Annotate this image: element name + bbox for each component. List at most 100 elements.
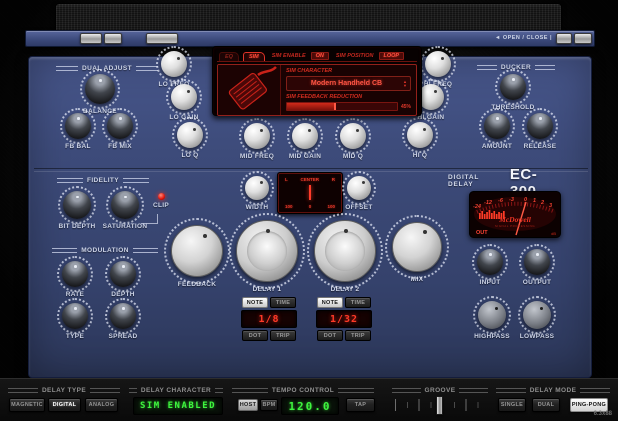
tap-button[interactable]: TAP bbox=[346, 398, 375, 412]
rate-knob[interactable] bbox=[62, 261, 88, 287]
latch-clip bbox=[574, 33, 592, 44]
delay-2-control: DELAY 2 bbox=[307, 213, 383, 293]
delay-2-time-button[interactable]: TIME bbox=[345, 297, 371, 308]
lo-q-knob[interactable] bbox=[177, 122, 203, 148]
hi-gain-label: HI GAIN bbox=[417, 114, 445, 121]
svg-text:3: 3 bbox=[549, 203, 552, 209]
release-label: RELEASE bbox=[523, 143, 557, 150]
modulation-header: MODULATION bbox=[52, 247, 159, 254]
type-knob[interactable] bbox=[62, 303, 88, 329]
brand-logo: McDowell bbox=[498, 215, 532, 224]
pan-min-value: 100 bbox=[285, 204, 293, 209]
width-control: WIDTH bbox=[233, 171, 281, 211]
header-line bbox=[132, 248, 159, 253]
spread-knob[interactable] bbox=[110, 303, 136, 329]
delay-1-dot-button[interactable]: DOT bbox=[242, 330, 268, 341]
delay-mode-ping-pong-button[interactable]: PING-PONG bbox=[570, 398, 608, 412]
hi-q-knob[interactable] bbox=[407, 122, 433, 148]
lo-gain-knob[interactable] bbox=[171, 84, 197, 110]
tempo-host-button[interactable]: HOST bbox=[238, 399, 258, 411]
clip-wire bbox=[141, 214, 158, 224]
saturation-knob[interactable] bbox=[111, 191, 139, 219]
tab-eq[interactable]: EQ bbox=[219, 52, 239, 61]
open-close-toggle[interactable]: ◄ OPEN / CLOSE | bbox=[495, 35, 552, 41]
delay-1-note-button[interactable]: NOTE bbox=[242, 297, 268, 308]
tab-sim[interactable]: SIM bbox=[242, 52, 265, 61]
latch-clip bbox=[146, 33, 178, 44]
svg-text:1: 1 bbox=[533, 198, 536, 204]
amount-knob[interactable] bbox=[484, 113, 510, 139]
delay-character-display: SIM ENABLED bbox=[133, 397, 223, 415]
delay-1-time-button[interactable]: TIME bbox=[270, 297, 296, 308]
bit-depth-knob[interactable] bbox=[63, 191, 91, 219]
delay-2-knob[interactable] bbox=[314, 220, 376, 282]
delay-1-trip-button[interactable]: TRIP bbox=[270, 330, 296, 341]
lowpass-knob[interactable] bbox=[523, 301, 551, 329]
clip-led bbox=[157, 193, 165, 200]
pan-center-label: CENTER bbox=[300, 177, 319, 182]
fb-bal-label: FB BAL bbox=[65, 143, 91, 150]
header-line bbox=[8, 388, 38, 393]
input-knob[interactable] bbox=[477, 249, 503, 275]
sim-enable-value[interactable]: ON bbox=[310, 52, 329, 60]
slider-fill bbox=[287, 103, 337, 110]
feedback-reduction-slider[interactable] bbox=[286, 102, 398, 111]
delay-2-trip-button[interactable]: TRIP bbox=[345, 330, 371, 341]
threshold-knob[interactable] bbox=[500, 74, 526, 100]
groove-slider-handle[interactable] bbox=[436, 396, 443, 415]
release-knob[interactable] bbox=[527, 113, 553, 139]
mid-freq-knob[interactable] bbox=[244, 123, 270, 149]
balance-knob[interactable] bbox=[85, 74, 115, 104]
lo-gain-control: LO GAIN bbox=[160, 79, 208, 121]
delay-2-note-button[interactable]: NOTE bbox=[317, 297, 343, 308]
mid-gain-knob[interactable] bbox=[292, 123, 318, 149]
select-arrows: ▲ ▼ bbox=[403, 79, 407, 88]
mix-control: MIX bbox=[385, 215, 449, 283]
clip-label: CLIP bbox=[152, 202, 169, 209]
header-line bbox=[580, 388, 610, 393]
delay-mode-single-button[interactable]: SINGLE bbox=[498, 398, 526, 412]
tempo-bpm-button[interactable]: BPM bbox=[260, 399, 278, 411]
header-line bbox=[90, 388, 121, 393]
offset-knob[interactable] bbox=[347, 176, 371, 200]
version-label: 6.3x88 bbox=[593, 411, 612, 417]
delay-type-magnetic-button[interactable]: MAGNETIC bbox=[9, 398, 45, 412]
header-line bbox=[392, 388, 421, 393]
saturation-label: SATURATION bbox=[102, 223, 148, 230]
fb-mix-knob[interactable] bbox=[107, 113, 133, 139]
highpass-knob[interactable] bbox=[478, 301, 506, 329]
vu-meter: -24 -12 -6 -3 0 1 2 3 McDowell SIGNAL PR… bbox=[469, 191, 561, 238]
latch-clip bbox=[556, 33, 572, 44]
hi-freq-knob[interactable] bbox=[425, 51, 451, 77]
lo-q-label: LO Q bbox=[181, 152, 199, 159]
delay-type-analog-button[interactable]: ANALOG bbox=[85, 398, 118, 412]
delay-mode-dual-button[interactable]: DUAL bbox=[532, 398, 560, 412]
mid-q-control: MID Q bbox=[329, 118, 377, 160]
fb-bal-knob[interactable] bbox=[65, 113, 91, 139]
mid-q-label: MID Q bbox=[342, 153, 364, 160]
output-knob[interactable] bbox=[524, 249, 550, 275]
delay-1-knob[interactable] bbox=[236, 220, 298, 282]
depth-knob[interactable] bbox=[110, 261, 136, 287]
delay-2-dot-button[interactable]: DOT bbox=[317, 330, 343, 341]
arrow-down-icon[interactable]: ▼ bbox=[403, 83, 407, 88]
mix-knob[interactable] bbox=[392, 222, 442, 272]
delay-type-digital-button[interactable]: DIGITAL bbox=[48, 398, 81, 412]
sim-enable-label: SIM ENABLE bbox=[271, 53, 306, 59]
feedback-knob[interactable] bbox=[171, 225, 223, 277]
lo-freq-knob[interactable] bbox=[161, 51, 187, 77]
sim-display-screen: SIM CHARACTER Modern Handheld CB ▲ ▼ SIM… bbox=[217, 64, 417, 116]
header-line bbox=[123, 178, 149, 183]
sim-character-select[interactable]: Modern Handheld CB ▲ ▼ bbox=[286, 76, 411, 91]
type-label: TYPE bbox=[65, 333, 85, 340]
delay-1-control: DELAY 1 bbox=[229, 213, 305, 293]
type-control: TYPE bbox=[51, 298, 99, 340]
width-knob[interactable] bbox=[245, 176, 269, 200]
feedback-reduction-label: SIM FEEDBACK REDUCTION bbox=[286, 94, 363, 100]
pan-max-value: 100 bbox=[327, 204, 335, 209]
mid-q-knob[interactable] bbox=[340, 123, 366, 149]
sim-position-value[interactable]: LOOP bbox=[378, 52, 405, 60]
groove-slider[interactable] bbox=[393, 396, 487, 415]
svg-text:-3: -3 bbox=[509, 197, 514, 203]
feedback-reduction-value: 45% bbox=[400, 103, 411, 110]
